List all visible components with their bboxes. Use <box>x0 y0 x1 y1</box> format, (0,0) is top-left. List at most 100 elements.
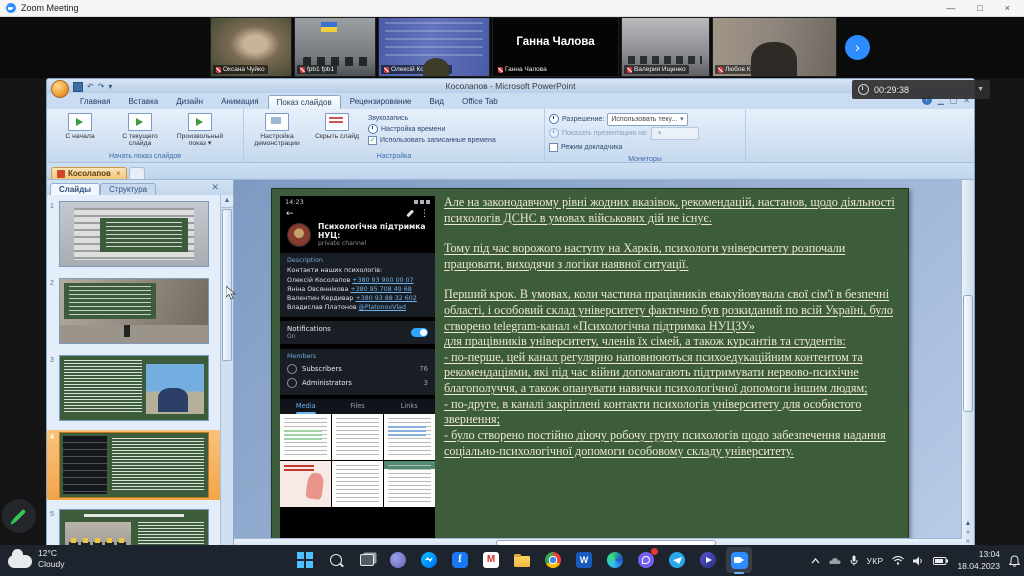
ribbon-button[interactable]: Произвольный показ ▾ <box>171 112 229 149</box>
notifications-row[interactable]: Notifications On <box>280 321 435 344</box>
pane-close-icon[interactable]: ✕ <box>211 182 219 193</box>
ribbon-tab-Office Tab[interactable]: Office Tab <box>453 94 507 109</box>
edit-pencil-icon[interactable] <box>406 209 413 216</box>
taskbar-facebook-icon[interactable]: f <box>447 547 473 573</box>
ribbon-tab-Рецензирование[interactable]: Рецензирование <box>341 94 421 109</box>
taskbar-task-view-icon[interactable] <box>354 547 380 573</box>
slide-thumbnail-row[interactable]: 3 <box>47 353 221 423</box>
media-tab-Files[interactable]: Files <box>332 399 384 414</box>
taskbar-search-icon[interactable] <box>323 547 349 573</box>
notification-bell-icon[interactable] <box>1009 555 1020 567</box>
document-tab[interactable]: Косолапов × <box>51 167 127 179</box>
slide-thumbnail[interactable] <box>59 432 209 498</box>
checkbox[interactable]: ✓ <box>368 136 377 145</box>
taskbar-file-explorer-icon[interactable] <box>509 547 535 573</box>
next-participants-button[interactable]: › <box>845 35 870 60</box>
language-indicator[interactable]: УКР <box>867 556 884 566</box>
taskbar-word-icon[interactable]: W <box>571 547 597 573</box>
speaker-icon[interactable] <box>913 556 924 566</box>
tray-chevron-icon[interactable] <box>811 558 820 564</box>
close-button[interactable]: × <box>1005 3 1010 13</box>
ribbon-small-button[interactable]: Настройка времени <box>368 124 496 134</box>
powerpoint-titlebar[interactable]: ↶↷▾ Косолапов - Microsoft PowerPoint <box>47 79 974 93</box>
media-tab-Links[interactable]: Links <box>383 399 435 414</box>
current-slide[interactable]: 14:23 ← ⋮ Психологічна <box>271 188 909 546</box>
ribbon-small-button[interactable]: ✓Использовать записанные времена <box>368 136 496 145</box>
annotation-pencil-button[interactable] <box>2 499 36 533</box>
back-arrow-icon[interactable]: ← <box>286 209 294 219</box>
redo-icon[interactable]: ↷ <box>98 80 105 94</box>
monitors-row[interactable]: Разрешение:Использовать теку...▾ <box>549 112 688 126</box>
ribbon-button[interactable]: Скрыть слайд <box>308 112 366 141</box>
contact-link[interactable]: +380 93 900 00 07 <box>352 277 413 284</box>
taskbar-teams-icon[interactable] <box>385 547 411 573</box>
media-thumbnail[interactable] <box>332 414 383 460</box>
ribbon-tab-Показ слайдов[interactable]: Показ слайдов <box>268 95 341 109</box>
slide-thumbnail[interactable] <box>59 509 209 546</box>
pane-tab-Слайды[interactable]: Слайды <box>50 183 100 195</box>
scroll-arrow-up-icon[interactable]: ▲ <box>965 520 972 527</box>
slide-thumbnail[interactable] <box>59 355 209 421</box>
taskbar-start-icon[interactable] <box>292 547 318 573</box>
media-tab-Media[interactable]: Media <box>280 399 332 414</box>
more-menu-icon[interactable]: ⋮ <box>420 209 429 219</box>
monitors-row[interactable]: Режим докладчика <box>549 140 622 154</box>
office-button[interactable] <box>51 80 69 98</box>
slide-thumbnail-row[interactable]: 2 <box>47 276 221 346</box>
slide-thumbnail[interactable] <box>59 278 209 344</box>
media-thumbnail[interactable] <box>332 461 383 507</box>
slide-thumbnail-row[interactable]: 5 <box>47 507 221 546</box>
battery-icon[interactable] <box>933 557 948 565</box>
taskbar-media-player-icon[interactable] <box>695 547 721 573</box>
clock-widget[interactable]: 13:04 18.04.2023 <box>957 549 1000 571</box>
participant-tile[interactable]: Оксана Чуйко <box>210 17 292 77</box>
pane-scrollbar[interactable]: ▲ <box>220 195 233 546</box>
slide-thumbnail[interactable] <box>59 201 209 267</box>
contact-link[interactable]: @PlatonovVlad <box>359 304 407 311</box>
notifications-toggle[interactable] <box>411 328 428 337</box>
ribbon-button[interactable]: Настройка демонстрации <box>248 112 306 149</box>
new-document-tab-button[interactable] <box>129 167 145 179</box>
participant-tile[interactable]: Валерия Ищенко <box>621 17 710 77</box>
participant-tile[interactable]: fpb1 fpb1 <box>294 17 376 77</box>
taskbar-messenger-icon[interactable] <box>416 547 442 573</box>
previous-slide-button[interactable]: « <box>966 529 970 536</box>
media-thumbnail[interactable] <box>280 461 331 507</box>
dropdown-select[interactable]: Использовать теку...▾ <box>607 113 687 126</box>
ribbon-small-button[interactable]: Звукозапись <box>368 115 496 122</box>
members-row[interactable]: Administrators3 <box>287 376 428 390</box>
slide-thumbnail-row[interactable]: 4 <box>47 430 221 500</box>
ribbon-tab-Главная[interactable]: Главная <box>71 94 119 109</box>
microphone-icon[interactable] <box>850 555 858 566</box>
media-thumbnail[interactable] <box>280 414 331 460</box>
maximize-button[interactable]: □ <box>977 3 982 13</box>
ribbon-tab-Анимация[interactable]: Анимация <box>212 94 268 109</box>
vscrollbar-thumb[interactable] <box>963 295 973 412</box>
scroll-up-arrow[interactable]: ▲ <box>221 195 233 208</box>
ribbon-button[interactable]: С текущего слайда <box>111 112 169 149</box>
undo-icon[interactable]: ↶ <box>87 80 94 94</box>
taskbar-edge-icon[interactable] <box>602 547 628 573</box>
contact-link[interactable]: +380 95 708 49 68 <box>350 286 411 293</box>
participant-tile[interactable]: Олексій Косолапов <box>378 17 490 77</box>
participant-tile[interactable]: Ганна ЧаловаГанна Чалова <box>492 17 619 77</box>
save-icon[interactable] <box>73 82 83 92</box>
pane-scrollbar-thumb[interactable] <box>222 209 232 361</box>
wifi-icon[interactable] <box>892 556 904 565</box>
taskbar-chrome-icon[interactable] <box>540 547 566 573</box>
contact-link[interactable]: +380 93 88 32 602 <box>355 295 416 302</box>
weather-widget[interactable]: 12°C Cloudy <box>8 548 64 569</box>
pane-tab-Структура[interactable]: Структура <box>100 183 156 195</box>
ribbon-tab-Дизайн[interactable]: Дизайн <box>167 94 212 109</box>
slide-thumbnail-row[interactable]: 1 <box>47 199 221 269</box>
ribbon-tab-Вставка[interactable]: Вставка <box>119 94 167 109</box>
ribbon-tab-Вид[interactable]: Вид <box>421 94 453 109</box>
taskbar-gmail-icon[interactable]: M <box>478 547 504 573</box>
ribbon-button[interactable]: С начала <box>51 112 109 141</box>
next-slide-button[interactable]: » <box>966 538 970 545</box>
hidden-icons[interactable] <box>829 557 841 565</box>
taskbar-zoom-icon[interactable] <box>726 547 752 573</box>
taskbar-viber-icon[interactable] <box>633 547 659 573</box>
timer-caret-icon[interactable]: ▼ <box>977 86 984 93</box>
media-thumbnail[interactable] <box>384 414 435 460</box>
